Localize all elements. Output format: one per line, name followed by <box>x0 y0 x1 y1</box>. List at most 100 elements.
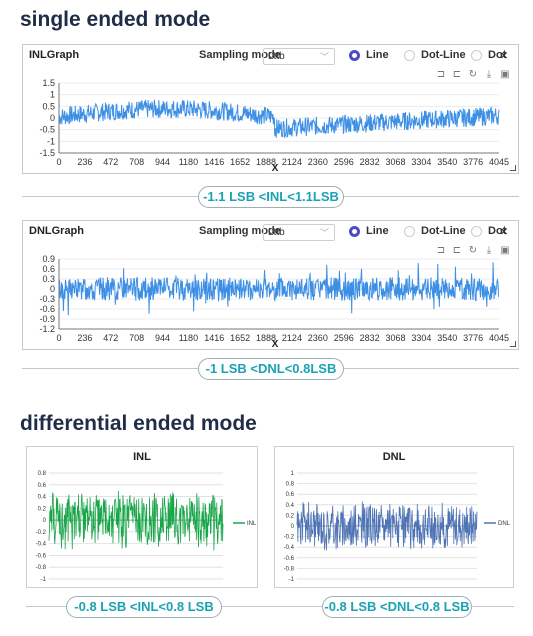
y-tick-label: 1 <box>50 90 55 100</box>
y-tick-label: 0 <box>291 524 295 530</box>
x-tick-label: 3304 <box>411 333 431 343</box>
x-tick-label: 3776 <box>463 333 483 343</box>
diff-inl-plot: 0.8 0.6 0.4 0.2 0 -0.2 -0.4 -0.6 -0.8 -1 INL <box>36 471 257 583</box>
y-tick-label: 0 <box>50 284 55 294</box>
x-tick-label: 4045 <box>489 333 509 343</box>
resize-handle[interactable] <box>510 341 516 347</box>
x-tick-label: 3068 <box>385 157 405 167</box>
y-tick-label: 0.3 <box>42 274 55 284</box>
y-tick-label: -0.3 <box>39 294 55 304</box>
y-tick-label: 0 <box>43 518 47 524</box>
x-tick-label: 1180 <box>179 333 198 343</box>
inl-series-line <box>58 99 500 138</box>
y-tick-label: 1 <box>291 471 295 477</box>
x-tick-label: 1416 <box>204 157 224 167</box>
x-tick-label: 2124 <box>282 157 302 167</box>
y-tick-label: -0.2 <box>284 535 295 541</box>
x-tick-label: 1652 <box>230 333 250 343</box>
y-tick-label: 0.2 <box>38 506 47 512</box>
x-tick-label: 1180 <box>179 157 198 167</box>
y-tick-label: -1.5 <box>39 148 55 158</box>
x-tick-label: 1652 <box>230 157 250 167</box>
diff-inl-chart: INL 0.8 0.6 0.4 0.2 0 -0.2 -0.4 -0.6 -0.8 -1 INL <box>26 446 258 588</box>
y-tick-label: 0.9 <box>42 254 55 264</box>
y-tick-label: 1.5 <box>42 78 55 88</box>
dnl-x-axis-label: X <box>272 339 279 350</box>
y-tick-label: 0 <box>50 113 55 123</box>
resize-handle[interactable] <box>510 165 516 171</box>
x-tick-label: 472 <box>103 333 118 343</box>
divider <box>22 368 198 369</box>
x-tick-label: 3776 <box>463 157 483 167</box>
x-tick-label: 2596 <box>334 333 354 343</box>
x-tick-label: 944 <box>155 333 170 343</box>
y-tick-label: -1 <box>47 136 55 146</box>
diff-dnl-plot: 1 0.8 0.6 0.4 0.2 0 -0.2 -0.4 -0.6 -0.8 -1 DNL <box>284 471 511 583</box>
divider <box>222 606 322 607</box>
y-tick-label: -1 <box>289 577 295 583</box>
x-tick-label: 0 <box>56 333 61 343</box>
y-tick-label: -1 <box>41 577 47 583</box>
divider <box>26 606 66 607</box>
inl-plot: 1.5 10.5 0 -0.5-1 -1.5 0 236 472 708 944 1180 1416… <box>39 78 509 174</box>
y-tick-label: -0.4 <box>284 545 295 551</box>
x-tick-label: 2832 <box>360 333 380 343</box>
x-tick-label: 2124 <box>282 333 302 343</box>
y-tick-label: 0.5 <box>42 101 55 111</box>
dnl-graph-panel: DNLGraph Sampling mode Lttb ﹀ Line Dot-L… <box>22 220 519 350</box>
y-tick-label: -0.6 <box>39 304 55 314</box>
section-heading-single: single ended mode <box>20 8 211 31</box>
inl-x-axis-label: X <box>272 163 279 174</box>
y-tick-label: -0.6 <box>284 556 295 562</box>
y-tick-label: 0.4 <box>38 495 47 501</box>
x-tick-label: 3304 <box>411 157 431 167</box>
x-tick-label: 4045 <box>489 157 509 167</box>
x-tick-label: 3540 <box>437 157 457 167</box>
y-tick-label: 0.6 <box>42 264 55 274</box>
divider <box>472 606 514 607</box>
divider <box>22 196 198 197</box>
y-tick-label: -0.9 <box>39 314 55 324</box>
y-tick-label: -0.8 <box>36 565 47 571</box>
y-tick-label: 0.4 <box>286 503 295 509</box>
y-tick-label: -1.2 <box>39 324 55 334</box>
y-tick-label: 0.8 <box>286 482 295 488</box>
dnl-plot: 0.90.60.30-0.3-0.6-0.9-1.2 0 236 472 708 944… <box>39 254 509 350</box>
dnl-range-caption: -1 LSB <DNL<0.8LSB <box>198 358 344 380</box>
y-tick-label: -0.8 <box>284 566 295 572</box>
x-tick-label: 2596 <box>334 157 354 167</box>
x-tick-label: 3068 <box>385 333 405 343</box>
x-tick-label: 944 <box>155 157 170 167</box>
x-tick-label: 1416 <box>204 333 224 343</box>
x-tick-label: 2360 <box>308 157 328 167</box>
y-tick-label: -0.4 <box>36 542 47 548</box>
diff-inl-legend: INL <box>247 521 257 527</box>
x-tick-label: 3540 <box>437 333 457 343</box>
diff-dnl-range-caption: -0.8 LSB <DNL<0.8 LSB <box>322 596 472 618</box>
dnl-series-line <box>58 262 500 316</box>
y-tick-label: 0.8 <box>38 471 47 477</box>
divider <box>344 196 519 197</box>
x-tick-label: 2832 <box>360 157 380 167</box>
x-tick-label: 236 <box>77 157 92 167</box>
divider <box>344 368 519 369</box>
section-heading-differential: differential ended mode <box>20 412 257 435</box>
x-tick-label: 708 <box>129 333 144 343</box>
x-tick-label: 236 <box>77 333 92 343</box>
diff-dnl-legend: DNL <box>498 521 511 527</box>
x-tick-label: 0 <box>56 157 61 167</box>
x-tick-label: 2360 <box>308 333 328 343</box>
y-tick-label: 0.6 <box>38 483 47 489</box>
y-tick-label: -0.6 <box>36 553 47 559</box>
diff-dnl-chart: DNL 1 0.8 0.6 0.4 0.2 0 -0.2 -0.4 -0.6 -0.8 -1 DNL <box>274 446 514 588</box>
diff-inl-range-caption: -0.8 LSB <INL<0.8 LSB <box>66 596 222 618</box>
y-tick-label: -0.5 <box>39 125 55 135</box>
inl-graph-panel: INLGraph Sampling mode Lttb ﹀ Line Dot-L… <box>22 44 519 174</box>
y-tick-label: -0.2 <box>36 530 47 536</box>
diff-inl-series-line <box>48 490 224 551</box>
inl-range-caption: -1.1 LSB <INL<1.1LSB <box>198 186 344 208</box>
x-tick-label: 472 <box>103 157 118 167</box>
x-tick-label: 708 <box>129 157 144 167</box>
y-tick-label: 0.2 <box>286 513 295 519</box>
y-tick-label: 0.6 <box>286 492 295 498</box>
